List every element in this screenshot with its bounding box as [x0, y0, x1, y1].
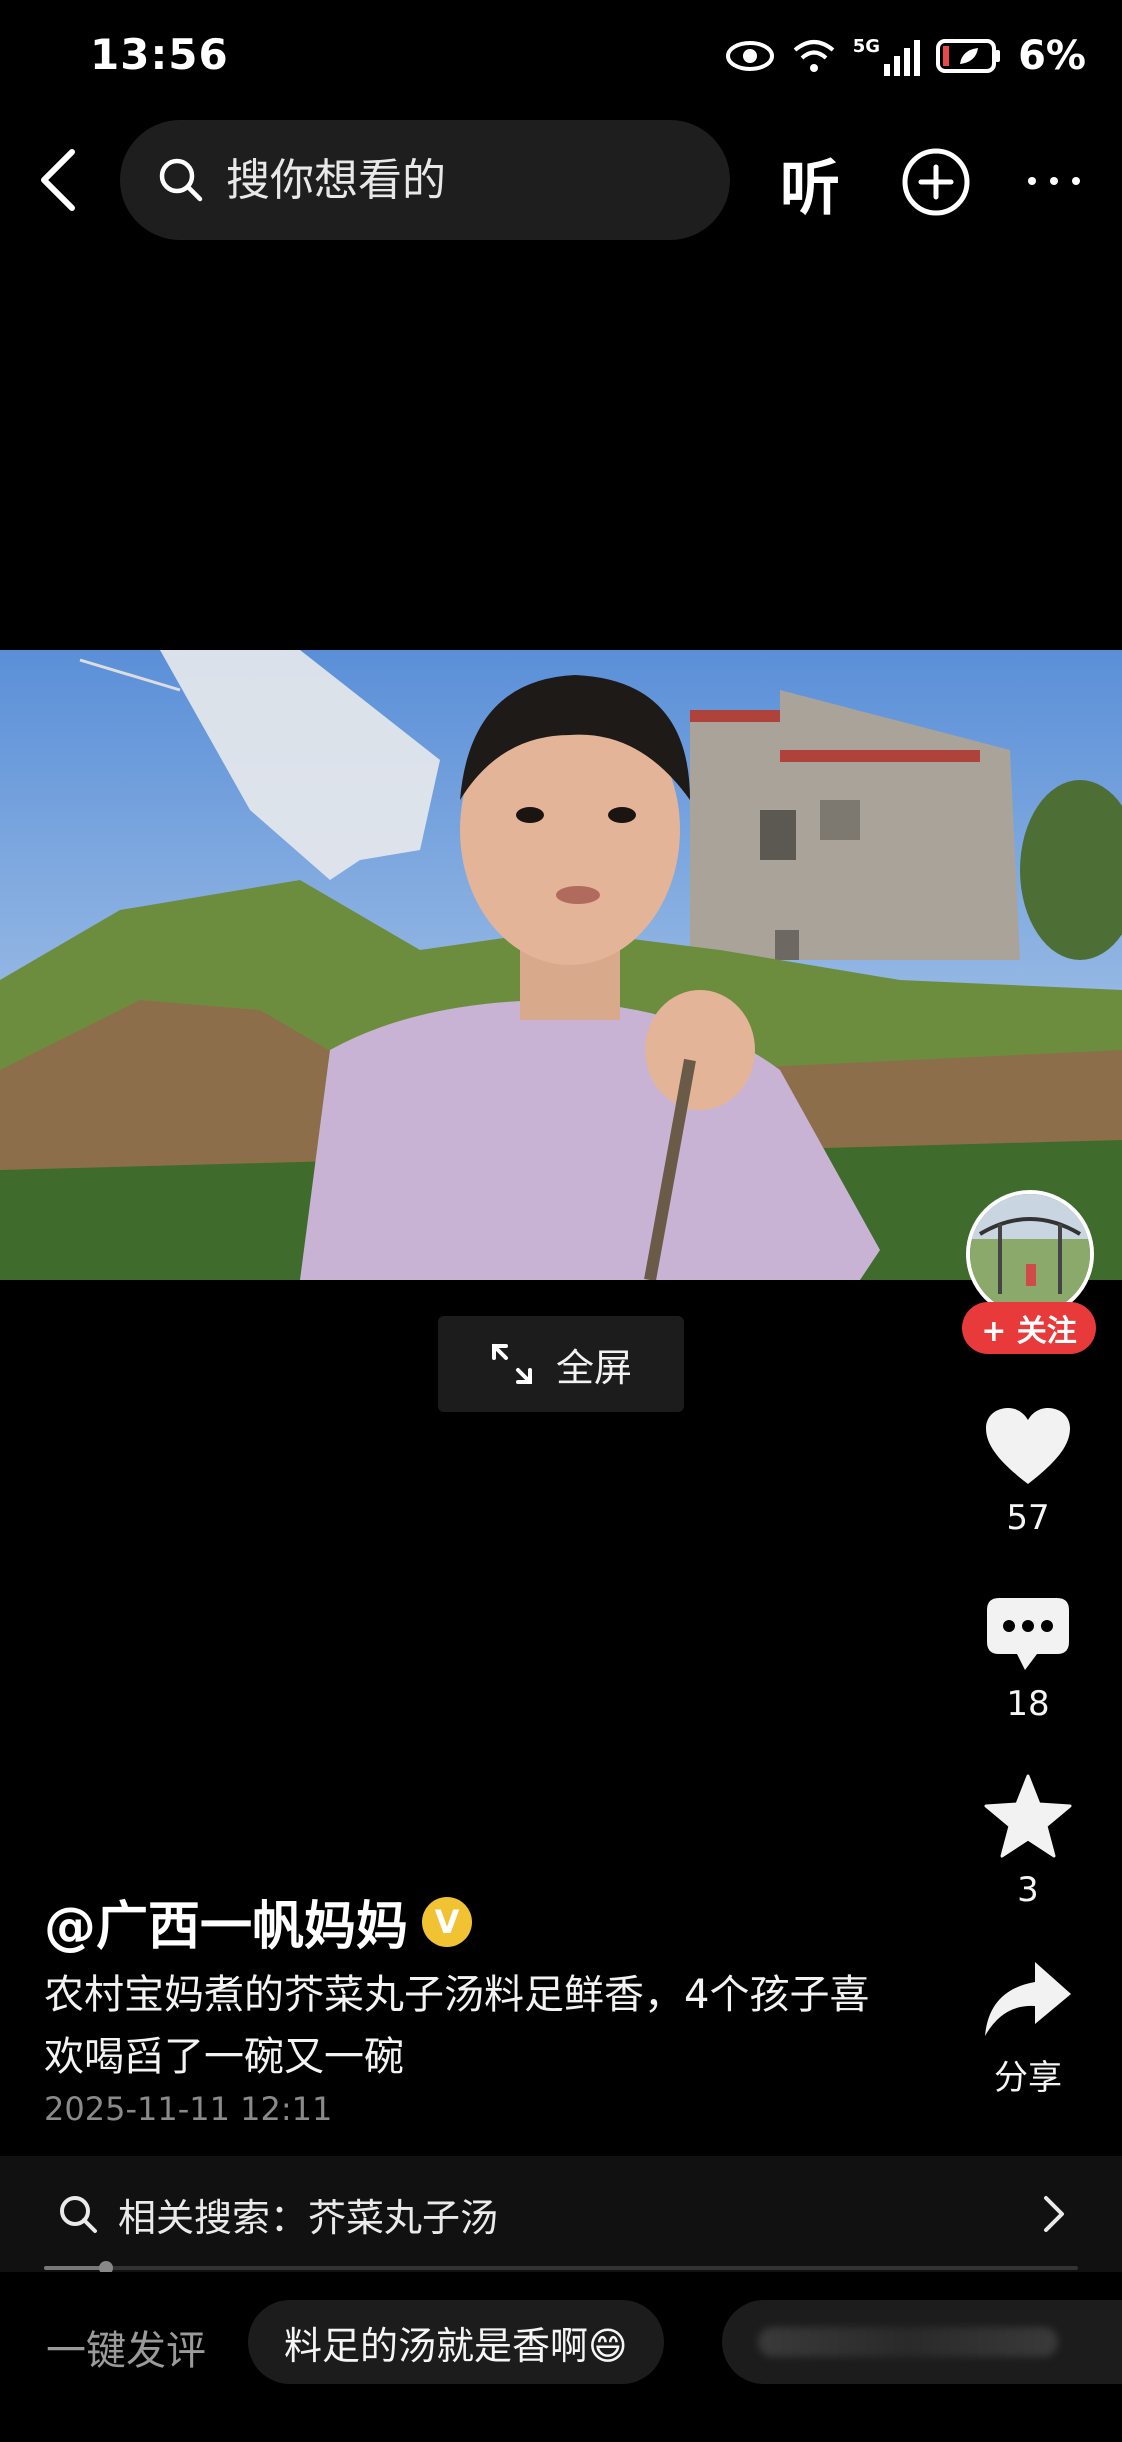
related-search-label: 相关搜索：芥菜丸子汤	[118, 2195, 499, 2240]
search-icon	[60, 2196, 97, 2233]
verified-badge-icon: V	[422, 1896, 473, 1947]
quick-comment-chip[interactable]: 料足的汤就是香啊😄	[248, 2300, 664, 2384]
favorite-button[interactable]: 3	[958, 1774, 1098, 1910]
wifi-icon	[793, 40, 835, 72]
avatar-image	[970, 1194, 1090, 1314]
share-button[interactable]: 分享	[958, 1960, 1098, 2099]
share-arrow-icon	[985, 1962, 1071, 2036]
blurred-chip-content	[758, 2327, 1058, 2357]
search-bar[interactable]	[120, 120, 730, 240]
back-arrow-icon[interactable]	[28, 140, 88, 220]
follow-button[interactable]: + 关注	[962, 1302, 1096, 1354]
quick-comment-chip-partial[interactable]	[722, 2300, 1122, 2384]
network-type: 5G	[852, 36, 881, 57]
author-name[interactable]: @广西一帆妈妈	[44, 1884, 408, 1959]
add-circle-icon[interactable]	[900, 146, 972, 218]
chevron-right-icon	[1044, 2196, 1064, 2232]
status-time: 13:56	[90, 30, 229, 79]
author-avatar[interactable]	[966, 1190, 1094, 1318]
battery-percent: 6%	[1018, 33, 1086, 79]
fullscreen-button[interactable]: 全屏	[438, 1316, 684, 1412]
expand-icon	[491, 1344, 532, 1384]
listen-button[interactable]: 听	[780, 140, 840, 227]
comment-count: 18	[1006, 1684, 1050, 1724]
fullscreen-label: 全屏	[555, 1345, 632, 1390]
search-input[interactable]	[224, 153, 698, 207]
comment-button[interactable]: 18	[958, 1596, 1098, 1724]
cellular-signal-icon: 5G	[852, 36, 921, 76]
share-label: 分享	[994, 2058, 1062, 2098]
post-date: 2025-11-11 12:11	[44, 2090, 333, 2128]
quick-comment-label: 一键发评	[46, 2328, 206, 2374]
eye-icon	[725, 41, 774, 71]
playback-progress-bar[interactable]	[44, 2261, 1078, 2275]
like-button[interactable]: 57	[958, 1406, 1098, 1538]
star-icon	[984, 1774, 1072, 1858]
progress-fill	[44, 2266, 107, 2270]
battery-icon	[936, 39, 1001, 73]
video-description[interactable]: 农村宝妈煮的芥菜丸子汤料足鲜香，4个孩子喜欢喝舀了一碗又一碗	[44, 1964, 904, 2088]
video-player[interactable]	[0, 650, 1122, 1280]
search-icon	[159, 158, 203, 202]
favorite-count: 3	[1017, 1870, 1039, 1910]
related-search-bar[interactable]: 相关搜索：芥菜丸子汤	[0, 2156, 1122, 2272]
video-frame	[0, 650, 1122, 1280]
more-dots-icon[interactable]	[1024, 166, 1084, 196]
comment-bubble-icon	[987, 1598, 1069, 1670]
like-count: 57	[1006, 1498, 1050, 1538]
status-icons: 5G 6%	[725, 28, 1086, 84]
author-name-row[interactable]: @广西一帆妈妈 V	[44, 1884, 473, 1959]
heart-icon	[986, 1408, 1070, 1484]
